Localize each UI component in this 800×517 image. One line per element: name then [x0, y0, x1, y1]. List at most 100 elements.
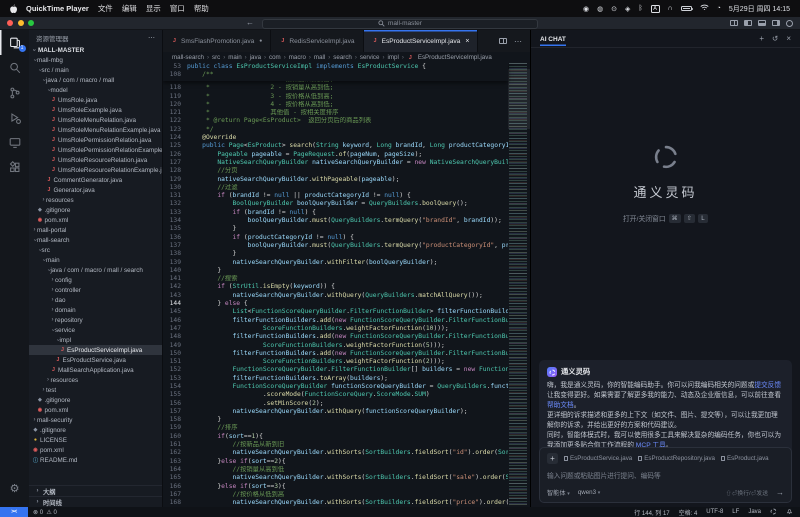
workspace-root[interactable]: › MALL-MASTER	[29, 45, 162, 55]
code-line[interactable]: 161 //按新品从新到旧	[163, 441, 508, 449]
tree-item[interactable]: ›test	[29, 385, 162, 395]
code-line[interactable]: 53public class EsProductServiceImpl impl…	[163, 63, 508, 71]
input-source-icon[interactable]: A	[651, 5, 660, 13]
tree-item[interactable]: ›service	[29, 325, 162, 335]
tree-item[interactable]: ›model	[29, 85, 162, 95]
tree-item[interactable]: ›mall-mbg	[29, 55, 162, 65]
activitybar-explorer[interactable]: 1	[0, 30, 29, 55]
code-line[interactable]: 123 */	[163, 126, 508, 134]
code-line[interactable]: 121 * 其他值 - 按相关度排序	[163, 109, 508, 117]
breadcrumb-item[interactable]: com	[269, 54, 281, 61]
code-line[interactable]: 136 if (productCategoryId != null) {	[163, 234, 508, 242]
context-chip[interactable]: EsProductRepository.java	[638, 455, 715, 462]
history-icon[interactable]: ↺	[772, 34, 778, 43]
minimize-window-button[interactable]	[18, 20, 24, 26]
activitybar-extensions[interactable]	[0, 155, 29, 180]
tree-item[interactable]: ›config	[29, 275, 162, 285]
model-dropdown[interactable]: qwen3 ▾	[578, 489, 600, 496]
close-window-button[interactable]	[7, 20, 13, 26]
tree-item[interactable]: JCommentGenerator.java	[29, 175, 162, 185]
code-line[interactable]: 167 //按价格从低到高	[163, 491, 508, 499]
code-line[interactable]: 119 * 3 - 按价格从低到高;	[163, 93, 508, 101]
tree-item[interactable]: JUmsRoleResourceRelationExample.j...	[29, 165, 162, 175]
breadcrumb-item[interactable]: java	[250, 54, 261, 61]
tree-item[interactable]: ›src / main	[29, 65, 162, 75]
tree-item[interactable]: ◉pom.xml	[29, 405, 162, 415]
editor-tab[interactable]: JSmsFlashPromotion.java●	[163, 30, 271, 52]
tree-item[interactable]: JUmsRoleExample.java	[29, 105, 162, 115]
code-line[interactable]: 108 /**	[163, 71, 508, 79]
minimap-slider[interactable]	[508, 69, 530, 129]
code-line[interactable]: 124 @Override	[163, 134, 508, 142]
editor-more-actions-icon[interactable]: ⋯	[514, 37, 522, 46]
launcher-icon[interactable]: ◈	[625, 5, 630, 13]
breadcrumb-item[interactable]: service	[360, 54, 380, 61]
problems-indicator[interactable]: ⊗ 0 ⚠ 0	[33, 509, 57, 516]
code-line[interactable]: 143 nativeSearchQueryBuilder.withQuery(Q…	[163, 292, 508, 300]
activitybar-source-control[interactable]	[0, 80, 29, 105]
context-chip[interactable]: EsProductService.java	[564, 455, 632, 462]
code-line[interactable]: 147 ScoreFunctionBuilders.weightFactorFu…	[163, 325, 508, 333]
menubar-app-name[interactable]: QuickTime Player	[26, 4, 89, 13]
screen-record-icon[interactable]: ◉	[583, 5, 589, 13]
code-line[interactable]: 125 public Page<EsProduct> search(String…	[163, 142, 508, 150]
minimap[interactable]	[509, 63, 527, 507]
tree-item[interactable]: ◆.gitignore	[29, 425, 162, 435]
code-line[interactable]: 132 BoolQueryBuilder boolQueryBuilder = …	[163, 200, 508, 208]
tree-item[interactable]: JEsProductService.java	[29, 355, 162, 365]
tree-item[interactable]: ›mall-portal	[29, 225, 162, 235]
code-line[interactable]: 166 }else if(sort==3){	[163, 483, 508, 491]
code-line[interactable]: 126 Pageable pageable = PageRequest.of(p…	[163, 151, 508, 159]
editor-tab[interactable]: JEsProductServiceImpl.java×	[364, 30, 479, 52]
code-line[interactable]: 149 ScoreFunctionBuilders.weightFactorFu…	[163, 342, 508, 350]
breadcrumb-item[interactable]: mall	[314, 54, 325, 61]
menubar-item[interactable]: 文件	[98, 3, 113, 14]
tree-item[interactable]: ›main	[29, 255, 162, 265]
tree-item[interactable]: JEsProductServiceImpl.java	[29, 345, 162, 355]
code-line[interactable]: 133 if (brandId != null) {	[163, 209, 508, 217]
code-line[interactable]: 131 if (brandId != null || productCatego…	[163, 192, 508, 200]
new-chat-icon[interactable]: +	[759, 34, 764, 43]
code-line[interactable]: 135 }	[163, 225, 508, 233]
statusbar-item[interactable]: 空格: 4	[679, 508, 698, 517]
wifi-icon[interactable]	[700, 4, 709, 13]
breadcrumb-item[interactable]: impl	[387, 54, 398, 61]
context-chip[interactable]: EsProduct.java	[721, 455, 769, 462]
tree-item[interactable]: ◆.gitignore	[29, 205, 162, 215]
code-line[interactable]: 165 nativeSearchQueryBuilder.withSorts(S…	[163, 474, 508, 482]
notifications-bell-icon[interactable]	[786, 508, 793, 517]
remote-indicator[interactable]: ><	[0, 507, 28, 517]
activitybar-manage[interactable]: ⚙	[10, 482, 20, 495]
timeline-section[interactable]: › 时间线	[29, 496, 162, 507]
fast-user-switch-icon[interactable]: ◔	[717, 5, 721, 12]
code-line[interactable]: 160 if(sort==1){	[163, 433, 508, 441]
statusbar-item[interactable]: Java	[748, 509, 761, 515]
code-line[interactable]: 163 }else if(sort==2){	[163, 458, 508, 466]
code-line[interactable]: 127 NativeSearchQueryBuilder nativeSearc…	[163, 159, 508, 167]
code-line[interactable]: 155 .scoreMode(FunctionScoreQuery.ScoreM…	[163, 391, 508, 399]
breadcrumb-item[interactable]: macro	[289, 54, 306, 61]
tree-item[interactable]: JUmsRolePermissionRelation.java	[29, 135, 162, 145]
tree-item[interactable]: ›mall-security	[29, 415, 162, 425]
more-actions-icon[interactable]: ⋯	[148, 34, 155, 42]
breadcrumb-item[interactable]: main	[228, 54, 241, 61]
code-line[interactable]: 122 * @return Page<EsProduct> 返回分页后的商品列表	[163, 117, 508, 125]
code-line[interactable]: 130 //过滤	[163, 184, 508, 192]
tree-item[interactable]: ◉pom.xml	[29, 215, 162, 225]
code-line[interactable]: 128 //分页	[163, 167, 508, 175]
tree-item[interactable]: JUmsRoleMenuRelationExample.java	[29, 125, 162, 135]
code-line[interactable]: 162 nativeSearchQueryBuilder.withSorts(S…	[163, 449, 508, 457]
lingma-status-icon[interactable]	[770, 508, 777, 517]
code-line[interactable]: 153 filterFunctionBuilders.toArray(build…	[163, 375, 508, 383]
outline-section[interactable]: › 大纲	[29, 485, 162, 496]
code-line[interactable]: 134 boolQueryBuilder.must(QueryBuilders.…	[163, 217, 508, 225]
code-line[interactable]: 144 } else {	[163, 300, 508, 308]
tab-ai-chat[interactable]: AI CHAT	[540, 32, 566, 46]
close-panel-icon[interactable]: ×	[786, 34, 791, 43]
send-button[interactable]: →	[776, 488, 784, 497]
statusbar-item[interactable]: 行 144, 列 17	[634, 508, 669, 517]
code-line[interactable]: 140 }	[163, 267, 508, 275]
toggle-primary-sidebar-icon[interactable]	[744, 20, 752, 26]
code-line[interactable]: 158 }	[163, 416, 508, 424]
mode-dropdown[interactable]: 智能体 ▾	[547, 488, 570, 497]
